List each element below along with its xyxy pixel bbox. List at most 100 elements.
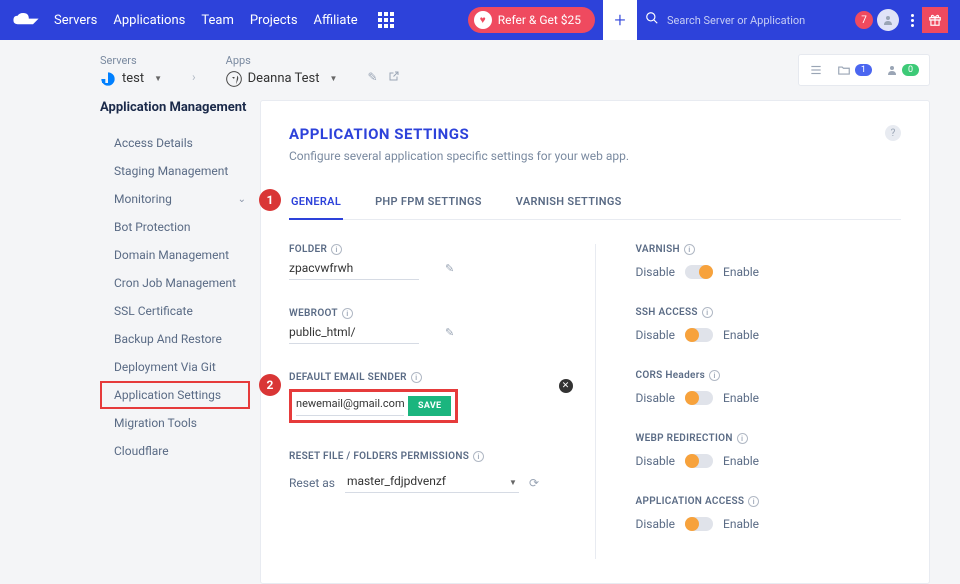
pencil-icon[interactable]: ✎ xyxy=(445,326,454,339)
sidebar-item-deploy[interactable]: Deployment Via Git xyxy=(100,353,250,381)
ssh-label: SSH ACCESS i xyxy=(636,307,902,318)
breadcrumb-servers[interactable]: Servers test ▼ xyxy=(100,54,162,87)
left-column: FOLDER i ✎ WEBROOT i ✎ xyxy=(289,244,555,559)
caret-down-icon: ▼ xyxy=(330,74,338,83)
breadcrumb-apps[interactable]: Apps Deanna Test ▼ xyxy=(226,54,338,87)
enable-label: Enable xyxy=(723,454,759,468)
info-icon[interactable]: i xyxy=(411,372,422,383)
info-icon[interactable]: i xyxy=(748,496,759,507)
disable-label: Disable xyxy=(636,391,676,405)
sidebar-item-app-settings[interactable]: Application Settings xyxy=(100,381,250,409)
wordpress-icon xyxy=(226,71,242,87)
email-sender-label: DEFAULT EMAIL SENDER i xyxy=(289,372,555,383)
webroot-input[interactable] xyxy=(289,325,445,339)
app-name: Deanna Test xyxy=(248,71,320,86)
sidebar-item-migration[interactable]: Migration Tools xyxy=(100,409,250,437)
digitalocean-icon xyxy=(100,71,116,87)
sidebar-item-backup[interactable]: Backup And Restore xyxy=(100,325,250,353)
nav-applications[interactable]: Applications xyxy=(113,13,185,28)
top-navbar: Servers Applications Team Projects Affil… xyxy=(0,0,960,40)
sidebar-item-cron[interactable]: Cron Job Management xyxy=(100,269,250,297)
info-icon[interactable]: i xyxy=(473,451,484,462)
nav-team[interactable]: Team xyxy=(201,13,234,28)
server-name: test xyxy=(122,71,144,86)
sidebar: Application Management Access Details St… xyxy=(100,100,250,584)
info-icon[interactable]: i xyxy=(709,370,720,381)
nav-affiliate[interactable]: Affiliate xyxy=(314,13,358,28)
disable-label: Disable xyxy=(636,265,676,279)
user-count[interactable]: 0 xyxy=(886,64,919,76)
enable-label: Enable xyxy=(723,391,759,405)
webroot-label: WEBROOT i xyxy=(289,308,555,319)
search-icon xyxy=(645,11,659,29)
varnish-toggle[interactable] xyxy=(685,265,713,279)
panel-subtitle: Configure several application specific s… xyxy=(289,149,901,163)
search-box xyxy=(645,11,855,29)
sidebar-item-ssl[interactable]: SSL Certificate xyxy=(100,297,250,325)
webp-label: WEBP REDIRECTION i xyxy=(636,433,902,444)
disable-label: Disable xyxy=(636,454,676,468)
open-app-icon[interactable] xyxy=(388,70,400,85)
folder-label: FOLDER i xyxy=(289,244,555,255)
app-access-label: APPLICATION ACCESS i xyxy=(636,496,902,507)
sidebar-item-domain[interactable]: Domain Management xyxy=(100,241,250,269)
reset-user-select[interactable] xyxy=(345,472,519,493)
folder-badge: 1 xyxy=(855,64,872,76)
sidebar-item-monitoring[interactable]: Monitoring ⌄ xyxy=(100,185,250,213)
disable-label: Disable xyxy=(636,517,676,531)
settings-panel: ? APPLICATION SETTINGS Configure several… xyxy=(260,100,930,584)
edit-app-icon[interactable]: ✎ xyxy=(367,70,377,85)
right-column: VARNISH i Disable Enable SSH ACCESS i xyxy=(636,244,902,559)
notification-badge[interactable]: 7 xyxy=(855,11,873,29)
caret-down-icon: ▼ xyxy=(509,478,517,487)
more-menu-icon[interactable] xyxy=(911,14,914,27)
enable-label: Enable xyxy=(723,517,759,531)
reset-as-label: Reset as xyxy=(289,476,335,490)
info-icon[interactable]: i xyxy=(342,308,353,319)
sidebar-item-bot[interactable]: Bot Protection xyxy=(100,213,250,241)
info-icon[interactable]: i xyxy=(702,307,713,318)
access-toggle[interactable] xyxy=(685,517,713,531)
breadcrumb-row: Servers test ▼ › Apps Deanna Test ▼ ✎ xyxy=(0,40,960,100)
nav-projects[interactable]: Projects xyxy=(250,13,298,28)
apps-grid-icon[interactable] xyxy=(378,12,394,28)
folder-count[interactable]: 1 xyxy=(837,63,872,77)
info-icon[interactable]: i xyxy=(737,433,748,444)
varnish-label: VARNISH i xyxy=(636,244,902,255)
sidebar-title: Application Management xyxy=(100,100,250,115)
heart-icon: ♥ xyxy=(474,11,492,29)
enable-label: Enable xyxy=(723,265,759,279)
pencil-icon[interactable]: ✎ xyxy=(445,262,454,275)
tab-varnish[interactable]: VARNISH SETTINGS xyxy=(514,185,624,219)
nav-servers[interactable]: Servers xyxy=(54,13,97,28)
save-button[interactable]: SAVE xyxy=(408,396,451,416)
info-icon[interactable]: i xyxy=(684,244,695,255)
search-input[interactable] xyxy=(667,14,827,27)
cors-toggle[interactable] xyxy=(685,391,713,405)
sidebar-item-staging[interactable]: Staging Management xyxy=(100,157,250,185)
email-sender-input[interactable] xyxy=(296,397,404,410)
sidebar-item-access-details[interactable]: Access Details xyxy=(100,129,250,157)
list-view-icon[interactable] xyxy=(809,63,823,77)
tab-general[interactable]: GENERAL xyxy=(289,185,343,220)
sidebar-item-cloudflare[interactable]: Cloudflare xyxy=(100,437,250,465)
gift-icon[interactable] xyxy=(922,7,948,33)
tab-php-fpm[interactable]: PHP FPM SETTINGS xyxy=(373,185,484,219)
webp-toggle[interactable] xyxy=(685,454,713,468)
user-avatar[interactable] xyxy=(877,9,899,31)
cors-label: CORS Headers i xyxy=(636,370,902,381)
disable-label: Disable xyxy=(636,328,676,342)
refer-label: Refer & Get $25 xyxy=(498,13,581,27)
add-button[interactable]: + xyxy=(603,0,637,40)
close-icon[interactable]: ✕ xyxy=(559,379,573,393)
refresh-icon[interactable]: ⟳ xyxy=(529,476,539,490)
settings-tabs: 1 GENERAL PHP FPM SETTINGS VARNISH SETTI… xyxy=(289,185,901,220)
chevron-down-icon: ⌄ xyxy=(238,194,246,205)
info-icon[interactable]: i xyxy=(331,244,342,255)
refer-button[interactable]: ♥ Refer & Get $25 xyxy=(468,7,595,33)
breadcrumb-servers-label: Servers xyxy=(100,54,162,67)
ssh-toggle[interactable] xyxy=(685,328,713,342)
help-icon[interactable]: ? xyxy=(885,125,901,141)
folder-input[interactable] xyxy=(289,261,445,275)
cloudways-logo[interactable] xyxy=(12,10,40,30)
